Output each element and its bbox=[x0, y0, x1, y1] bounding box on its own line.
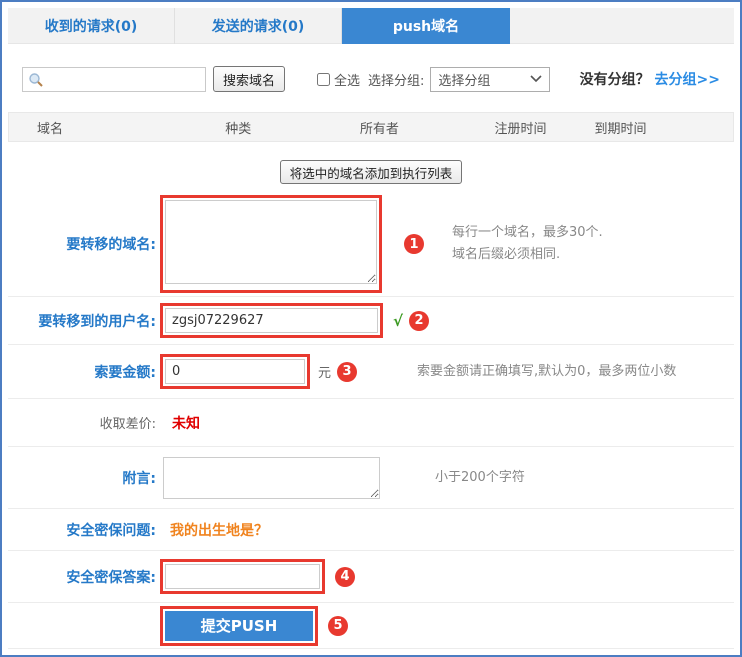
amount-hint: 索要金额请正确填写,默认为0，最多两位小数 bbox=[417, 361, 676, 383]
security-answer-input[interactable] bbox=[165, 564, 320, 589]
step-badge-2: 2 bbox=[409, 311, 429, 331]
row-submit: 提交PUSH 5 bbox=[8, 602, 734, 648]
domains-highlight-box bbox=[160, 195, 382, 293]
select-all-checkbox[interactable] bbox=[317, 73, 330, 86]
amount-unit: 元 bbox=[318, 362, 331, 381]
search-icon bbox=[28, 72, 44, 88]
tabbar-filler bbox=[510, 8, 734, 43]
col-owner: 所有者 bbox=[332, 118, 467, 137]
domain-table-header: 域名 种类 所有者 注册时间 到期时间 bbox=[8, 112, 734, 142]
message-textarea[interactable] bbox=[163, 457, 380, 499]
username-input[interactable] bbox=[165, 308, 378, 333]
submit-push-button[interactable]: 提交PUSH bbox=[165, 611, 313, 641]
bottom-divider bbox=[8, 648, 734, 650]
chevron-down-icon bbox=[530, 75, 542, 83]
group-links: 没有分组？ 去分组>> bbox=[580, 69, 720, 89]
username-valid-check-icon: √ bbox=[393, 312, 403, 330]
col-exp-date: 到期时间 bbox=[566, 118, 733, 137]
tab-sent-requests[interactable]: 发送的请求(0) bbox=[175, 8, 342, 44]
group-select-value: 选择分组 bbox=[438, 70, 490, 89]
search-box bbox=[22, 67, 206, 92]
search-input[interactable] bbox=[23, 68, 205, 91]
group-select[interactable]: 选择分组 bbox=[430, 67, 550, 92]
price-diff-label: 收取差价: bbox=[8, 413, 156, 432]
tab-push-domain[interactable]: push域名 bbox=[342, 8, 510, 44]
domains-hint: 每行一个域名，最多30个. 域名后缀必须相同. bbox=[452, 222, 603, 266]
username-highlight-box bbox=[160, 303, 383, 338]
no-group-text: 没有分组？ bbox=[580, 72, 650, 88]
domains-label: 要转移的域名: bbox=[8, 234, 156, 254]
add-row: 将选中的域名添加到执行列表 bbox=[8, 160, 734, 184]
add-selected-domains-button[interactable]: 将选中的域名添加到执行列表 bbox=[280, 160, 463, 184]
step-badge-3: 3 bbox=[337, 362, 357, 382]
amount-input[interactable] bbox=[165, 359, 305, 384]
row-domains: 要转移的域名: 1 每行一个域名，最多30个. 域名后缀必须相同. bbox=[8, 192, 734, 296]
domains-hint-line2: 域名后缀必须相同. bbox=[452, 244, 603, 266]
col-type: 种类 bbox=[197, 118, 332, 137]
push-form: 要转移的域名: 1 每行一个域名，最多30个. 域名后缀必须相同. 要转移到的用… bbox=[8, 192, 734, 650]
step-badge-4: 4 bbox=[335, 567, 355, 587]
step-badge-1: 1 bbox=[404, 234, 424, 254]
row-security-answer: 安全密保答案: 4 bbox=[8, 550, 734, 602]
push-domain-page: 收到的请求(0) 发送的请求(0) push域名 搜索域名 全选 选择分组: 选… bbox=[0, 0, 742, 657]
amount-highlight-box bbox=[160, 354, 310, 389]
price-diff-value: 未知 bbox=[172, 413, 200, 433]
message-hint: 小于200个字符 bbox=[435, 467, 525, 489]
col-reg-date: 注册时间 bbox=[467, 118, 567, 137]
security-answer-label: 安全密保答案: bbox=[8, 567, 156, 587]
select-all-label: 全选 bbox=[334, 70, 360, 89]
submit-highlight-box: 提交PUSH bbox=[160, 606, 318, 646]
search-domain-button[interactable]: 搜索域名 bbox=[213, 66, 285, 92]
message-label: 附言: bbox=[8, 468, 156, 488]
go-group-link[interactable]: 去分组>> bbox=[655, 72, 720, 88]
col-domain: 域名 bbox=[9, 118, 197, 137]
security-question-label: 安全密保问题: bbox=[8, 520, 156, 540]
group-select-label: 选择分组: bbox=[368, 70, 424, 89]
domains-hint-line1: 每行一个域名，最多30个. bbox=[452, 222, 603, 244]
security-answer-highlight-box bbox=[160, 559, 325, 594]
row-username: 要转移到的用户名: √ 2 bbox=[8, 296, 734, 344]
tab-received-requests[interactable]: 收到的请求(0) bbox=[8, 8, 175, 44]
row-security-question: 安全密保问题: 我的出生地是？ bbox=[8, 508, 734, 550]
domains-textarea[interactable] bbox=[165, 200, 377, 284]
tab-bar: 收到的请求(0) 发送的请求(0) push域名 bbox=[8, 8, 734, 44]
amount-label: 索要金额: bbox=[8, 362, 156, 382]
row-amount: 索要金额: 元 3 索要金额请正确填写,默认为0，最多两位小数 bbox=[8, 344, 734, 398]
toolbar: 搜索域名 全选 选择分组: 选择分组 没有分组？ 去分组>> bbox=[8, 62, 734, 96]
username-label: 要转移到的用户名: bbox=[8, 311, 156, 331]
row-price-diff: 收取差价: 未知 bbox=[8, 398, 734, 446]
step-badge-5: 5 bbox=[328, 616, 348, 636]
row-message: 附言: 小于200个字符 bbox=[8, 446, 734, 508]
select-all-group: 全选 bbox=[317, 70, 360, 89]
security-question-value: 我的出生地是？ bbox=[170, 520, 268, 540]
